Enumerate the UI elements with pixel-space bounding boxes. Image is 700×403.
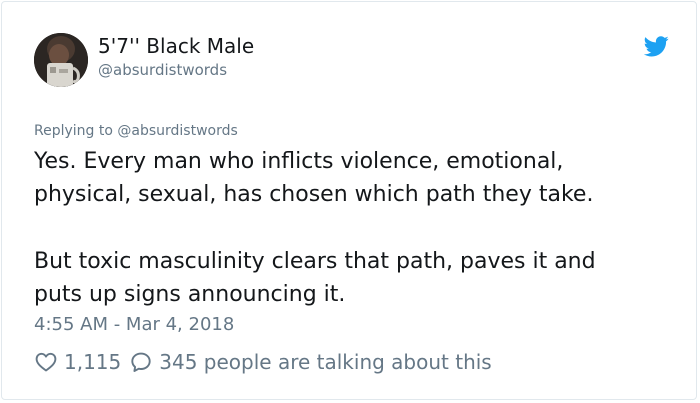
avatar-image [34,33,88,87]
talking-about-text: 345 people are talking about this [159,350,492,374]
tweet-line: physical, sexual, has chosen which path … [34,182,594,207]
reply-mention-link[interactable]: @absurdistwords [117,123,237,139]
tweet-text: Yes. Every man who inflicts violence, em… [34,145,674,311]
heart-icon [34,350,58,374]
reply-button[interactable]: 345 people are talking about this [129,350,492,374]
tweet-line: puts up signs announcing it. [34,282,346,307]
tweet-actions: 1,115 345 people are talking about this [34,347,492,377]
like-button[interactable]: 1,115 [34,350,129,374]
tweet-line: But toxic masculinity clears that path, … [34,249,596,274]
speech-bubble-icon [129,350,153,374]
tweet-timestamp[interactable]: 4:55 AM - Mar 4, 2018 [34,313,234,337]
tweet-card: 5'7'' Black Male @absurdistwords Replyin… [1,1,697,400]
replying-to: Replying to @absurdistwords [34,121,238,141]
display-name[interactable]: 5'7'' Black Male [98,34,254,58]
twitter-bird-icon[interactable] [643,36,669,57]
like-count: 1,115 [64,350,122,374]
tweet-line: Yes. Every man who inflicts violence, em… [34,149,564,174]
replying-to-label: Replying to [34,123,118,139]
user-handle[interactable]: @absurdistwords [98,60,227,80]
avatar[interactable] [34,33,88,87]
